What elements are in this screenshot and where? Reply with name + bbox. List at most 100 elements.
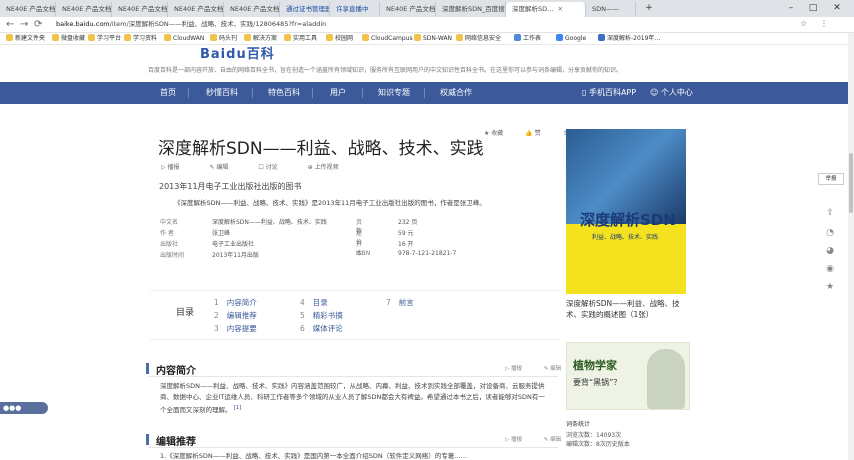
weibo-icon[interactable]: ◉ bbox=[820, 264, 840, 278]
promo-subtitle: 要背“黑锅”？ bbox=[573, 378, 622, 387]
tab-9[interactable]: 深度解析SDN_百度搜索 bbox=[436, 2, 506, 17]
main-nav: 首页 秒懂百科 特色百科 用户 知识专题 权威合作 ▯ 手机百科APP ☺ 个人… bbox=[0, 82, 854, 104]
menu-icon[interactable]: ⋮ bbox=[820, 19, 828, 28]
nav-users[interactable]: 用户 bbox=[330, 82, 346, 104]
window-close-icon[interactable]: ✕ bbox=[826, 1, 848, 15]
folder-icon bbox=[362, 34, 369, 41]
bookmark[interactable]: 校园网 bbox=[326, 34, 353, 44]
upload-video-button[interactable]: ⊕ 上传视频 bbox=[308, 164, 353, 171]
bookmark[interactable]: 工作表 bbox=[514, 34, 541, 44]
nav-divider bbox=[312, 88, 313, 98]
section-divider bbox=[148, 376, 558, 377]
url-field[interactable]: baike.baidu.com/item/深度解析SDN——利益、战略、技术、实… bbox=[56, 18, 776, 31]
stat-edits: 编辑次数：8次历史版本 bbox=[566, 441, 630, 448]
bookmark[interactable]: 深度解析-2019年… bbox=[598, 34, 660, 44]
user-icon: ☺ bbox=[650, 88, 659, 97]
bookmarks-bar: 新建文件夹 微盘收藏 学习平台 学习资料 CloudWAN 码头刊 解决方案 实… bbox=[0, 33, 854, 45]
toc-item[interactable]: 7 前言 bbox=[386, 297, 414, 308]
wechat-icon[interactable]: ◕ bbox=[820, 246, 840, 260]
qq-icon[interactable]: ◔ bbox=[820, 228, 840, 242]
nav-divider bbox=[188, 88, 189, 98]
back-icon[interactable]: ← bbox=[6, 19, 14, 30]
toc-item[interactable]: 1 内容简介 bbox=[214, 297, 257, 308]
nav-divider bbox=[424, 88, 425, 98]
minimize-icon[interactable]: – bbox=[780, 1, 802, 15]
folder-icon bbox=[284, 34, 291, 41]
edit-button[interactable]: ✎ 编辑 bbox=[209, 164, 242, 171]
tab-10[interactable]: 深度解析SD… ✕ bbox=[506, 2, 586, 17]
tab-1[interactable]: NE40E 产品文档 V800R0… bbox=[0, 2, 56, 17]
like-button[interactable]: 👍 赞 bbox=[525, 130, 550, 137]
nav-featured[interactable]: 特色百科 bbox=[268, 82, 300, 104]
nav-topics[interactable]: 知识专题 bbox=[378, 82, 410, 104]
nav-miaodong[interactable]: 秒懂百科 bbox=[206, 82, 238, 104]
image-caption[interactable]: 深度解析SDN——利益、战略、技术、实践的概述图（1张） bbox=[566, 298, 691, 320]
tab-2[interactable]: NE40E 产品文档 V800R021… bbox=[56, 2, 112, 17]
forward-icon[interactable]: → bbox=[20, 19, 28, 30]
toc-item[interactable]: 6 媒体评论 bbox=[300, 323, 343, 334]
bookmark[interactable]: 网络信息安全 bbox=[456, 34, 501, 44]
bookmark[interactable]: CloudWAN bbox=[164, 34, 204, 44]
stats-heading: 词条统计 bbox=[566, 421, 591, 428]
nav-mobile-app[interactable]: ▯ 手机百科APP bbox=[582, 82, 636, 104]
tab-6[interactable]: 通过证书管理器 bbox=[280, 2, 330, 17]
qzone-icon[interactable]: ★ bbox=[820, 282, 840, 296]
star-icon[interactable]: ☆ bbox=[800, 19, 807, 28]
tab-bar: NE40E 产品文档 V800R0… NE40E 产品文档 V800R021… … bbox=[0, 0, 854, 17]
bookmark[interactable]: 学习平台 bbox=[88, 34, 121, 44]
maximize-icon[interactable]: □ bbox=[802, 1, 824, 15]
reload-icon[interactable]: ⟳ bbox=[34, 19, 42, 30]
tab-4[interactable]: NE40E 产品文档 V800R021… bbox=[168, 2, 224, 17]
discuss-button[interactable]: ☐ 讨论 bbox=[258, 164, 291, 171]
section-play-button[interactable]: ▷ 播报 bbox=[505, 437, 532, 443]
cover-subtitle: 利益、战略、技术、实践 bbox=[592, 234, 659, 241]
article-actions: ▷ 播报 ✎ 编辑 ☐ 讨论 ⊕ 上传视频 bbox=[161, 162, 367, 171]
toc-item[interactable]: 5 精彩书摘 bbox=[300, 310, 343, 321]
nav-home[interactable]: 首页 bbox=[160, 82, 176, 104]
bookmark[interactable]: 新建文件夹 bbox=[6, 34, 45, 44]
article-summary: 《深度解析SDN——利益、战略、技术、实践》是2013年11月电子工业出版社出版… bbox=[174, 199, 486, 207]
close-icon[interactable]: ✕ bbox=[558, 5, 563, 13]
bookmark[interactable]: 学习资料 bbox=[124, 34, 157, 44]
chat-widget[interactable]: ●●● bbox=[0, 402, 48, 414]
share-icon[interactable]: ⇪ bbox=[820, 208, 840, 222]
folder-icon bbox=[456, 34, 463, 41]
cover-title: 深度解析SDN bbox=[580, 211, 676, 229]
scrollbar[interactable] bbox=[848, 33, 854, 460]
promo-banner[interactable]: 植物学家 要背“黑锅”？ bbox=[566, 342, 690, 410]
toc-label: 目录 bbox=[176, 308, 195, 318]
folder-icon bbox=[124, 34, 131, 41]
reference-link[interactable]: [1] bbox=[234, 405, 242, 411]
report-button[interactable]: 举报 bbox=[818, 173, 844, 185]
bookmark[interactable]: SDN-WAN bbox=[414, 34, 452, 44]
tab-5[interactable]: NE40E 产品文档 V800R021… bbox=[224, 2, 280, 17]
favorite-button[interactable]: ★ 收藏 bbox=[484, 130, 513, 137]
toc-item[interactable]: 3 内容提要 bbox=[214, 323, 257, 334]
new-tab-icon[interactable]: + bbox=[638, 1, 660, 15]
folder-icon bbox=[244, 34, 251, 41]
toc-item[interactable]: 2 编辑推荐 bbox=[214, 310, 257, 321]
book-cover-image[interactable]: 深度解析SDN 利益、战略、技术、实践 bbox=[566, 129, 686, 294]
play-button[interactable]: ▷ 播报 bbox=[161, 164, 194, 171]
nav-partners[interactable]: 权威合作 bbox=[440, 82, 472, 104]
promo-person-image bbox=[647, 349, 685, 409]
toc-item[interactable]: 4 目录 bbox=[300, 297, 328, 308]
bookmark[interactable]: 微盘收藏 bbox=[52, 34, 85, 44]
bookmark[interactable]: CloudCampus bbox=[362, 34, 413, 44]
folder-icon bbox=[414, 34, 421, 41]
bookmark[interactable]: Google bbox=[556, 34, 586, 44]
nav-user-center[interactable]: ☺ 个人中心 bbox=[650, 82, 693, 104]
scrollbar-thumb[interactable] bbox=[849, 153, 853, 213]
section-heading: 内容简介 bbox=[146, 362, 196, 377]
section-heading: 编辑推荐 bbox=[146, 433, 196, 448]
promo-title: 植物学家 bbox=[573, 359, 617, 372]
tab-8[interactable]: NE40E 产品文档… bbox=[380, 2, 436, 17]
section-play-button[interactable]: ▷ 播报 bbox=[505, 366, 532, 372]
tab-7[interactable]: 许享直播中 bbox=[330, 2, 380, 17]
site-logo[interactable]: Baidu百科 bbox=[200, 43, 275, 62]
bookmark[interactable]: 实用工具 bbox=[284, 34, 317, 44]
tab-11[interactable]: SDN—— bbox=[586, 2, 636, 17]
folder-icon bbox=[326, 34, 333, 41]
folder-icon bbox=[52, 34, 59, 41]
tab-3[interactable]: NE40E 产品文档 V800R021… bbox=[112, 2, 168, 17]
